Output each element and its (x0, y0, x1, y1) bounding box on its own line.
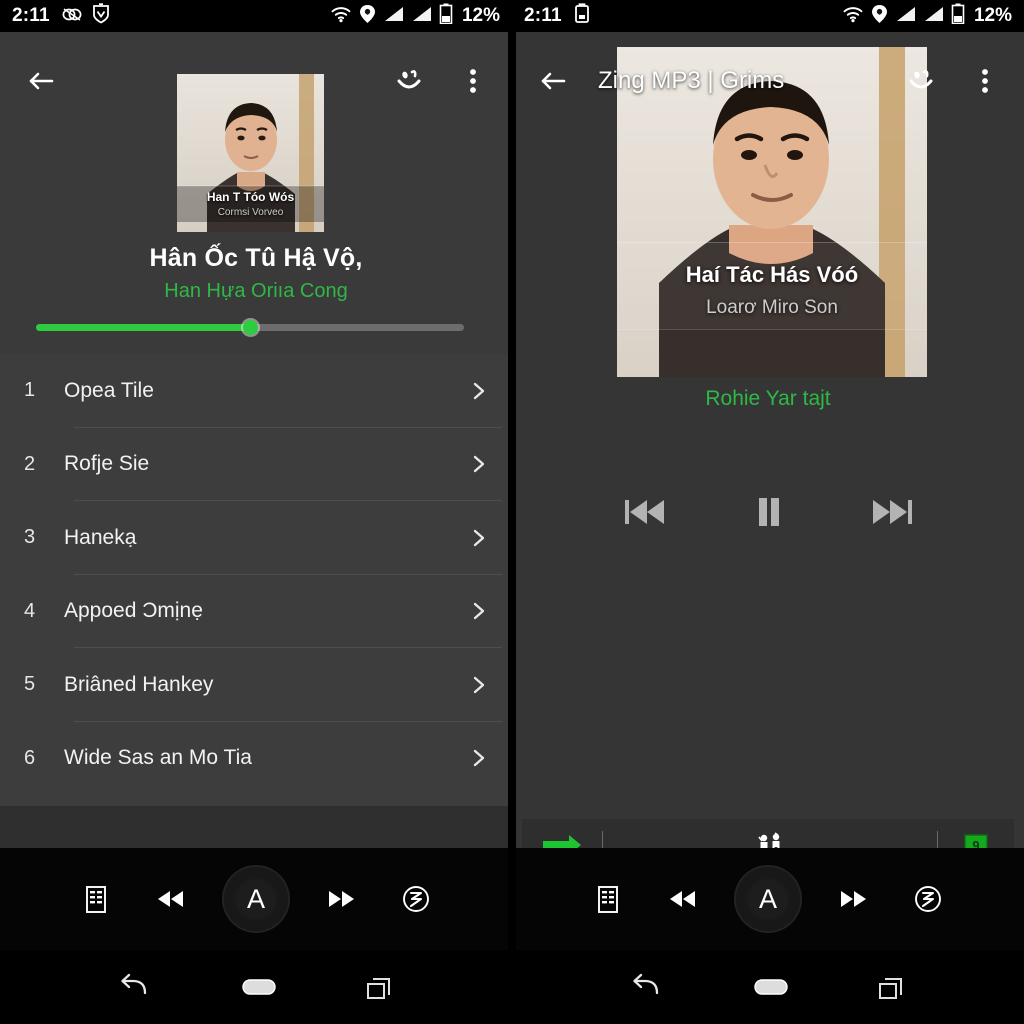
shield-check-icon (92, 3, 110, 29)
track-list: 1 Opea Tile 2 Rofje Sie 3 Hanekạ 4 Appoed Ɔmịnẹ… (0, 354, 512, 806)
alarm-snooze-icon (61, 4, 83, 29)
back-button-right[interactable] (534, 62, 572, 100)
progress-knob[interactable] (243, 320, 258, 335)
smiley-face-icon[interactable] (904, 64, 938, 98)
overflow-menu-icon[interactable] (968, 64, 1002, 98)
android-nav-bar-right (512, 950, 1024, 1024)
left-album-art-overlay-title: Han T Tóo Wós (206, 190, 295, 204)
left-phone-panel: 2:11 12% Han T Tóo Wós Cormsi Vorveo Hân… (0, 0, 512, 1024)
track-row[interactable]: 1 Opea Tile (0, 354, 512, 428)
chevron-right-icon[interactable] (468, 600, 490, 622)
track-row[interactable]: 4 Appoed Ɔmịnẹ (0, 575, 512, 648)
home-circle-label: A (246, 883, 265, 914)
rewind-icon[interactable] (661, 877, 705, 921)
track-name: Rofje Sie (64, 452, 150, 476)
status-time: 2:11 (12, 5, 50, 26)
skip-previous-icon[interactable] (617, 488, 671, 536)
playlist-icon[interactable] (74, 877, 118, 921)
track-number: 6 (24, 746, 36, 769)
battery-icon (951, 3, 965, 29)
fast-forward-icon[interactable] (831, 877, 875, 921)
media-tray-right: A (512, 848, 1024, 950)
track-name: Hanekạ (64, 525, 137, 549)
status-right-icons: 12% (330, 3, 500, 29)
left-now-playing-artist: Han Hựa Oriıa Cong (164, 280, 348, 302)
progress-fill (36, 324, 250, 331)
status-bar-left: 2:11 12% (0, 0, 512, 32)
status-bar-right: 2:11 12% (512, 0, 1024, 32)
wifi-icon (330, 5, 352, 28)
right-app-body: Haí Tác Hás Vóó Loarơ Miro Son Zing MP3 … (512, 32, 1024, 880)
signal-bars-icon (383, 5, 404, 28)
chevron-right-icon[interactable] (468, 380, 490, 402)
chevron-right-icon[interactable] (468, 527, 490, 549)
left-now-playing-title: Hân Ốc Tû Hậ Vộ, (149, 244, 363, 272)
home-circle-icon[interactable]: A (223, 867, 288, 931)
right-phone-panel: 2:11 12% Haí Tác Hás Vóó Loarơ Miro Son … (512, 0, 1024, 1024)
shuffle-circle-icon[interactable] (906, 877, 950, 921)
track-number: 4 (24, 599, 36, 622)
smiley-face-icon[interactable] (392, 64, 426, 98)
skip-next-icon[interactable] (865, 488, 919, 536)
left-app-body: Han T Tóo Wós Cormsi Vorveo Hân Ốc Tû Hậ… (0, 32, 512, 880)
pause-icon[interactable] (741, 488, 795, 536)
back-arrow-icon[interactable] (113, 967, 153, 1007)
chevron-right-icon[interactable] (468, 453, 490, 475)
track-number: 3 (24, 526, 36, 549)
track-name: Wide Sas an Mo Tia (64, 746, 252, 770)
recents-icon[interactable] (359, 967, 399, 1007)
status-left-icons-right (573, 3, 591, 29)
right-album-art-overlay-subtitle: Loarơ Miro Son (706, 297, 838, 318)
screenshot-root: 2:11 12% Han T Tóo Wós Cormsi Vorveo Hân… (0, 0, 1024, 1024)
signal-bars-icon (895, 5, 916, 28)
right-album-art-overlay-title: Haí Tác Hás Vóó (685, 262, 859, 287)
track-row[interactable]: 6 Wide Sas an Mo Tia (0, 722, 512, 796)
track-number: 2 (24, 452, 36, 475)
right-toolbar: Zing MP3 | Grims (512, 32, 1024, 130)
signal-bars-2-icon (411, 5, 432, 28)
track-row[interactable]: 3 Hanekạ (0, 501, 512, 575)
track-row[interactable]: 5 Briâned Hankey (0, 648, 512, 722)
location-pin-icon (359, 4, 376, 29)
media-tray-left: A (0, 848, 512, 950)
status-right-icons-right: 12% (842, 3, 1012, 29)
left-album-art-overlay-subtitle: Cormsi Vorveo (217, 207, 284, 218)
home-pill-icon[interactable] (236, 967, 276, 1007)
track-name: Appoed Ɔmịnẹ (64, 599, 203, 623)
panel-seam (508, 0, 516, 1024)
android-nav-bar-left (0, 950, 512, 1024)
track-number: 5 (24, 673, 36, 696)
track-row[interactable]: 2 Rofje Sie (0, 428, 512, 501)
right-now-playing-artist: Rohie Yar tajt (705, 387, 831, 410)
battery-percent: 12% (461, 5, 500, 26)
home-circle-label-right: A (758, 883, 777, 914)
wifi-icon (842, 5, 864, 28)
status-left-icons (61, 3, 110, 29)
overflow-menu-icon[interactable] (456, 64, 490, 98)
track-name: Opea Tile (64, 378, 154, 402)
rewind-icon[interactable] (149, 877, 193, 921)
location-pin-icon (871, 4, 888, 29)
shuffle-circle-icon[interactable] (394, 877, 438, 921)
right-toolbar-title: Zing MP3 | Grims (598, 67, 785, 94)
playback-controls (512, 457, 1024, 567)
back-arrow-icon[interactable] (625, 967, 665, 1007)
battery-percent-right: 12% (973, 5, 1012, 26)
chevron-right-icon[interactable] (468, 674, 490, 696)
playlist-icon[interactable] (586, 877, 630, 921)
track-name: Briâned Hankey (64, 672, 214, 696)
track-number: 1 (24, 379, 36, 402)
signal-bars-2-icon (923, 5, 944, 28)
clipboard-icon (573, 3, 591, 29)
battery-icon (439, 3, 453, 29)
status-time-right: 2:11 (524, 5, 562, 26)
recents-icon[interactable] (871, 967, 911, 1007)
home-pill-icon[interactable] (748, 967, 788, 1007)
fast-forward-icon[interactable] (319, 877, 363, 921)
home-circle-icon[interactable]: A (735, 867, 800, 931)
progress-slider[interactable] (36, 320, 464, 335)
chevron-right-icon[interactable] (468, 747, 490, 769)
back-button-left[interactable] (22, 62, 60, 100)
left-toolbar (0, 32, 512, 130)
